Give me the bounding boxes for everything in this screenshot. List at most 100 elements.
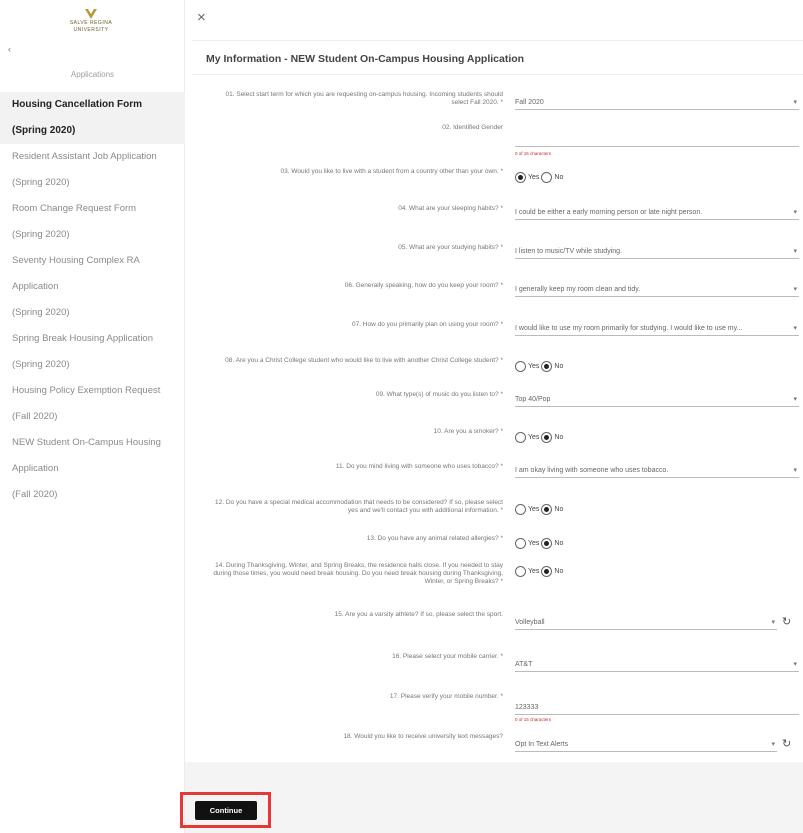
chevron-down-icon: ▾	[793, 209, 797, 216]
sidebar-item-label: (Spring 2020)	[12, 229, 70, 240]
character-count-hint: 0 of 15 characters	[515, 151, 552, 156]
select-dropdown[interactable]: Opt In Text Alerts ▾	[515, 738, 777, 752]
sidebar-item-label: Resident Assistant Job Application	[12, 151, 157, 162]
chevron-down-icon: ▾	[793, 661, 797, 668]
text-input[interactable]: 123333	[515, 701, 799, 715]
radio-no-label: No	[554, 567, 564, 575]
field-value: I could be either a early morning person…	[515, 209, 703, 216]
sidebar-item-label: Housing Cancellation Form	[12, 99, 143, 110]
sidebar-item-1[interactable]: Resident Assistant Job Application (Sprin…	[0, 144, 185, 196]
character-count-hint: 0 of 15 characters	[515, 717, 552, 722]
close-icon[interactable]: ×	[197, 10, 206, 25]
radio-yes-label: Yes	[528, 362, 540, 370]
radio-yes[interactable]	[515, 565, 526, 577]
field-value: Volleyball	[515, 619, 545, 626]
sidebar-item-label: (Fall 2020)	[12, 411, 58, 422]
radio-yes[interactable]	[515, 360, 526, 372]
select-dropdown[interactable]: I would like to use my room primarily fo…	[515, 322, 799, 336]
radio-no[interactable]	[541, 171, 553, 183]
logo-line-2: UNIVERSITY	[73, 27, 109, 33]
select-dropdown[interactable]: I could be either a early morning person…	[515, 206, 799, 220]
sidebar-item-2[interactable]: Room Change Request Form (Spring 2020)	[0, 196, 185, 248]
radio-yes[interactable]	[515, 503, 526, 515]
yes-no-radio-group: Yes No	[515, 564, 565, 578]
radio-yes[interactable]	[515, 537, 526, 549]
title-divider	[192, 74, 803, 75]
field-value: I generally keep my room clean and tidy.	[515, 286, 641, 293]
collapse-sidebar-icon[interactable]: ‹	[8, 44, 11, 54]
applications-nav: Housing Cancellation Form (Spring 2020) Re…	[0, 92, 185, 508]
logo-crest-icon	[85, 9, 97, 19]
sidebar: SALVE REGINA UNIVERSITY ‹ Applications H…	[0, 0, 185, 833]
question-label: 04. What are your sleeping habits? *	[398, 205, 503, 212]
question-label: 17. Please verify your mobile number. *	[389, 693, 503, 700]
question-label: 11. Do you mind living with someone who …	[335, 463, 503, 470]
radio-no-label: No	[554, 362, 564, 370]
chevron-down-icon: ▾	[793, 396, 797, 403]
field-value: I am okay living with someone who uses t…	[515, 467, 669, 474]
question-label: 16. Please select your mobile carrier. *	[392, 653, 503, 660]
select-dropdown[interactable]: Volleyball ▾	[515, 616, 777, 630]
application-form: My Information - NEW Student On-Campus H…	[192, 40, 803, 762]
yes-no-radio-group: Yes No	[515, 430, 565, 444]
radio-no[interactable]	[541, 431, 553, 443]
select-dropdown[interactable]: I generally keep my room clean and tidy.…	[515, 283, 799, 297]
radio-no-label: No	[554, 173, 564, 181]
sidebar-item-0[interactable]: Housing Cancellation Form (Spring 2020)	[0, 92, 185, 144]
radio-no[interactable]	[541, 503, 553, 515]
sidebar-item-3[interactable]: Seventy Housing Complex RA Application (Sp…	[0, 248, 185, 326]
refresh-icon[interactable]: ↻	[782, 615, 791, 628]
field-value: I listen to music/TV while studying.	[515, 248, 622, 255]
sidebar-item-label: (Fall 2020)	[12, 489, 58, 500]
question-label: 02. Identified Gender	[442, 124, 503, 131]
sidebar-item-label: Application	[12, 463, 59, 474]
select-dropdown[interactable]: AT&T ▾	[515, 658, 799, 672]
question-label: 10. Are you a smoker? *	[433, 428, 503, 435]
field-value: Fall 2020	[515, 99, 544, 106]
radio-yes[interactable]	[515, 431, 526, 443]
radio-no[interactable]	[541, 565, 553, 577]
sidebar-item-label: (Spring 2020)	[12, 177, 70, 188]
yes-no-radio-group: Yes No	[515, 170, 565, 184]
sidebar-item-6[interactable]: NEW Student On-Campus Housing Application…	[0, 430, 185, 508]
sidebar-item-5[interactable]: Housing Policy Exemption Request (Fall 20…	[0, 378, 185, 430]
radio-yes[interactable]	[515, 171, 526, 183]
select-dropdown[interactable]: Top 40/Pop ▾	[515, 393, 799, 407]
yes-no-radio-group: Yes No	[515, 536, 565, 550]
question-label: 08. Are you a Christ College student who…	[225, 357, 503, 364]
chevron-down-icon: ▾	[771, 741, 775, 748]
question-label: 01. Select start term for which you are …	[225, 91, 503, 106]
yes-no-radio-group: Yes No	[515, 359, 565, 373]
question-label: 03. Would you like to live with a studen…	[280, 168, 503, 175]
text-input[interactable]	[515, 133, 799, 147]
sidebar-item-label: Housing Policy Exemption Request	[12, 385, 161, 396]
sidebar-item-label: Seventy Housing Complex RA	[12, 255, 140, 266]
sidebar-item-label: Room Change Request Form	[12, 203, 137, 214]
radio-no-label: No	[554, 433, 564, 441]
question-label: 06. Generally speaking, how do you keep …	[344, 282, 503, 289]
field-value: Top 40/Pop	[515, 396, 551, 403]
sidebar-item-4[interactable]: Spring Break Housing Application (Spring …	[0, 326, 185, 378]
chevron-down-icon: ▾	[771, 619, 775, 626]
radio-no[interactable]	[541, 537, 553, 549]
refresh-icon[interactable]: ↻	[782, 737, 791, 750]
radio-no-label: No	[554, 539, 564, 547]
field-value: I would like to use my room primarily fo…	[515, 325, 743, 332]
select-dropdown[interactable]: Fall 2020 ▾	[515, 96, 799, 110]
sidebar-item-label: (Spring 2020)	[12, 125, 76, 136]
chevron-down-icon: ▾	[793, 286, 797, 293]
select-dropdown[interactable]: I am okay living with someone who uses t…	[515, 464, 799, 478]
field-value: AT&T	[515, 661, 533, 668]
continue-button[interactable]: Continue	[195, 801, 257, 820]
question-label: 09. What type(s) of music do you listen …	[375, 391, 503, 398]
applications-heading: Applications	[70, 70, 115, 79]
select-dropdown[interactable]: I listen to music/TV while studying. ▾	[515, 245, 799, 259]
form-footer	[185, 762, 803, 833]
radio-no[interactable]	[541, 360, 553, 372]
page-title: My Information - NEW Student On-Campus H…	[206, 53, 525, 65]
radio-yes-label: Yes	[528, 173, 540, 181]
sidebar-item-label: Application	[12, 281, 59, 292]
field-value: 123333	[515, 704, 539, 711]
radio-yes-label: Yes	[528, 433, 540, 441]
sidebar-item-label: NEW Student On-Campus Housing	[12, 437, 161, 448]
